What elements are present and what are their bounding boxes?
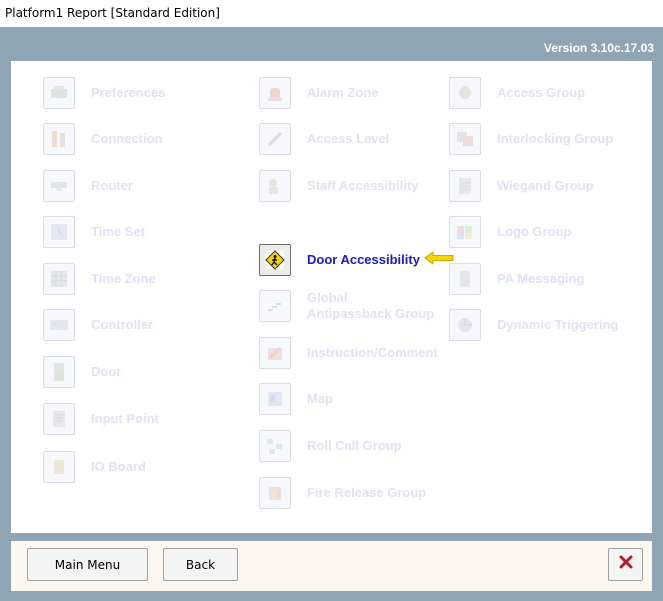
- io-board-icon: [43, 451, 75, 483]
- menu-item-time-zone[interactable]: Time Zone: [43, 263, 156, 295]
- menu-item-staff-accessibility[interactable]: Staff Accessibility: [259, 170, 419, 202]
- menu-item-map[interactable]: Map: [259, 383, 333, 415]
- menu-label: Staff Accessibility: [307, 178, 419, 193]
- menu-label: Alarm Zone: [307, 85, 379, 100]
- staff-accessibility-icon: [259, 170, 291, 202]
- connection-icon: [43, 123, 75, 155]
- menu-label: Instruction/Comment: [307, 345, 438, 360]
- button-bar: Main Menu Back: [11, 541, 652, 591]
- pa-messaging-icon: [449, 263, 481, 295]
- menu-label: Connection: [91, 131, 163, 146]
- menu-label: Time Set: [91, 224, 145, 239]
- menu-label: Interlocking Group: [497, 131, 614, 146]
- menu-label: Logo Group: [497, 224, 572, 239]
- menu-label: Input Point: [91, 411, 159, 426]
- menu-label: PA Messaging: [497, 271, 585, 286]
- menu-label: Map: [307, 391, 333, 406]
- menu-item-logo-group[interactable]: Logo Group: [449, 216, 571, 248]
- preferences-icon: [43, 77, 75, 109]
- report-menu-panel: Preferences Connection Router Time Set T…: [11, 61, 652, 533]
- menu-item-router[interactable]: Router: [43, 170, 133, 202]
- menu-item-door[interactable]: Door: [43, 356, 121, 388]
- menu-item-interlocking-group[interactable]: Interlocking Group: [449, 123, 613, 155]
- menu-label: Door Accessibility: [307, 252, 420, 267]
- menu-item-io-board[interactable]: IO Board: [43, 451, 146, 483]
- dynamic-triggering-icon: [449, 309, 481, 341]
- menu-label: IO Board: [91, 459, 146, 474]
- title-bar: Platform1 Report [Standard Edition]: [0, 0, 663, 27]
- menu-item-alarm-zone[interactable]: Alarm Zone: [259, 77, 379, 109]
- menu-label: Global Antipassback Group: [307, 290, 434, 322]
- menu-item-roll-call-group[interactable]: Roll Call Group: [259, 430, 402, 462]
- menu-item-input-point[interactable]: Input Point: [43, 403, 159, 435]
- interlocking-group-icon: [449, 123, 481, 155]
- menu-item-connection[interactable]: Connection: [43, 123, 163, 155]
- access-level-icon: [259, 123, 291, 155]
- input-point-icon: [43, 403, 75, 435]
- time-set-icon: [43, 216, 75, 248]
- menu-item-door-accessibility[interactable]: Door Accessibility: [259, 244, 454, 276]
- menu-item-wiegand-group[interactable]: Wiegand Group: [449, 170, 594, 202]
- menu-label: Preferences: [91, 85, 166, 100]
- close-icon: [619, 555, 633, 574]
- menu-label: Wiegand Group: [497, 178, 594, 193]
- main-menu-button[interactable]: Main Menu: [27, 548, 148, 581]
- menu-label: Access Level: [307, 131, 390, 146]
- alarm-zone-icon: [259, 77, 291, 109]
- time-zone-icon: [43, 263, 75, 295]
- door-icon: [43, 356, 75, 388]
- window-title: Platform1 Report [Standard Edition]: [5, 6, 220, 20]
- menu-item-controller[interactable]: Controller: [43, 309, 153, 341]
- menu-label: Door: [91, 364, 122, 379]
- menu-item-preferences[interactable]: Preferences: [43, 77, 165, 109]
- menu-label: Time Zone: [91, 271, 156, 286]
- menu-item-access-level[interactable]: Access Level: [259, 123, 389, 155]
- menu-item-fire-release-group[interactable]: Fire Release Group: [259, 477, 426, 509]
- menu-item-instruction-comment[interactable]: Instruction/Comment: [259, 337, 438, 369]
- door-accessibility-icon: [259, 244, 291, 276]
- menu-label: Controller: [91, 317, 154, 332]
- global-antipassback-icon: [259, 290, 291, 322]
- map-icon: [259, 383, 291, 415]
- roll-call-group-icon: [259, 430, 291, 462]
- menu-item-dynamic-triggering[interactable]: Dynamic Triggering: [449, 309, 618, 341]
- menu-label-line2: Antipassback Group: [307, 306, 435, 321]
- fire-release-group-icon: [259, 477, 291, 509]
- menu-item-time-set[interactable]: Time Set: [43, 216, 145, 248]
- version-label: Version 3.10c.17.03: [543, 41, 654, 55]
- menu-label: Fire Release Group: [307, 485, 427, 500]
- access-group-icon: [449, 77, 481, 109]
- close-button[interactable]: [608, 548, 643, 581]
- menu-label-line1: Global: [307, 290, 348, 305]
- wiegand-group-icon: [449, 170, 481, 202]
- logo-group-icon: [449, 216, 481, 248]
- router-icon: [43, 170, 75, 202]
- instruction-comment-icon: [259, 337, 291, 369]
- menu-item-pa-messaging[interactable]: PA Messaging: [449, 263, 584, 295]
- menu-item-access-group[interactable]: Access Group: [449, 77, 585, 109]
- main-frame: Version 3.10c.17.03 Preferences Connecti…: [0, 27, 663, 601]
- menu-label: Access Group: [497, 85, 586, 100]
- back-button[interactable]: Back: [163, 548, 238, 581]
- menu-label: Dynamic Triggering: [497, 317, 619, 332]
- menu-item-global-antipassback-group[interactable]: Global Antipassback Group: [259, 290, 434, 322]
- menu-label: Roll Call Group: [307, 438, 402, 453]
- menu-label: Router: [91, 178, 133, 193]
- controller-icon: [43, 309, 75, 341]
